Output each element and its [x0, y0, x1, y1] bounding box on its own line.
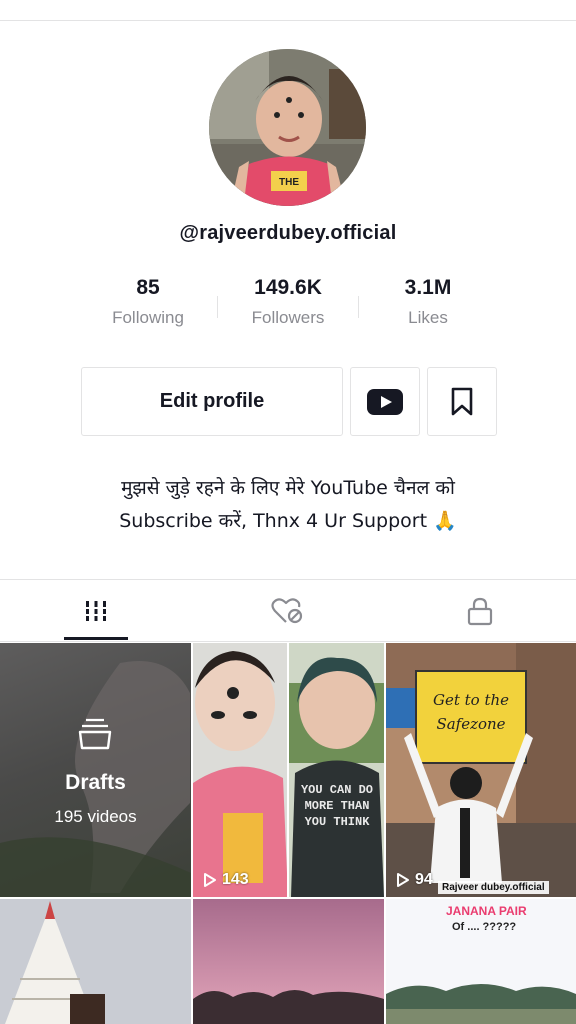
avatar-photo: THE [209, 49, 366, 206]
sign-text-line-2: Safezone [436, 715, 505, 733]
stat-followers[interactable]: 149.6K Followers [218, 276, 358, 328]
play-icon [204, 873, 216, 887]
likes-label: Likes [408, 308, 448, 327]
video-thumbnail[interactable]: YOU CAN DO MORE THAN YOU THINK 143 [193, 643, 384, 897]
drafts-tile[interactable]: Drafts 195 videos [0, 643, 191, 897]
stat-likes[interactable]: 3.1M Likes [358, 276, 498, 328]
video-thumbnail-image: JANANA PAIR [386, 899, 576, 1024]
sign-text-line-1: Get to the [433, 691, 509, 709]
bio-line-1: मुझसे जुड़े रहने के लिए मेरे YouTube चैन… [121, 477, 455, 499]
video-overlay-title: JANANA PAIR [446, 904, 527, 918]
likes-count: 3.1M [404, 276, 452, 299]
liked-heart-icon [271, 598, 303, 624]
video-thumbnail[interactable] [193, 899, 384, 1024]
view-count-text: 143 [222, 871, 249, 888]
view-count: 143 [203, 871, 249, 889]
video-thumbnail[interactable] [0, 899, 191, 1024]
video-thumbnail[interactable]: Get to the Safezone Rajveer dubey.offici… [386, 643, 576, 897]
bookmark-icon [451, 387, 473, 415]
tab-private[interactable] [384, 580, 576, 642]
shirt-text-line-2: MORE THAN [305, 799, 370, 813]
profile-avatar[interactable]: THE [209, 49, 366, 206]
video-thumbnail-image [0, 899, 191, 1024]
grid-icon [86, 601, 106, 621]
tab-videos[interactable] [0, 580, 192, 642]
stat-following[interactable]: 85 Following [78, 276, 218, 328]
youtube-button[interactable] [350, 367, 420, 436]
top-divider [0, 20, 576, 21]
view-count: 94 [396, 871, 433, 889]
video-thumbnail-image [193, 899, 384, 1024]
shirt-text-line-1: YOU CAN DO [301, 783, 373, 797]
followers-label: Followers [251, 308, 325, 327]
bookmark-button[interactable] [427, 367, 497, 436]
watermark-tag: Rajveer dubey.official [438, 881, 549, 894]
video-thumbnail-image: YOU CAN DO MORE THAN YOU THINK [193, 643, 384, 897]
lock-icon [467, 597, 493, 626]
shirt-text-line-3: YOU THINK [305, 815, 371, 829]
profile-tabs [0, 579, 576, 642]
edit-profile-button[interactable]: Edit profile [81, 367, 343, 436]
view-count-text: 94 [415, 871, 433, 888]
active-tab-indicator [64, 637, 128, 640]
video-thumbnail[interactable]: JANANA PAIR Of .... ????? [386, 899, 576, 1024]
bio-line-2: Subscribe करें, Thnx 4 Ur Support 🙏 [119, 510, 457, 532]
tab-liked[interactable] [192, 580, 384, 642]
video-overlay-text: Of .... ????? [452, 921, 517, 933]
following-label: Following [112, 308, 184, 327]
drafts-count: 195 videos [54, 807, 137, 826]
drafts-background [0, 661, 191, 897]
following-count: 85 [136, 276, 160, 299]
drafts-title: Drafts [65, 771, 126, 794]
followers-count: 149.6K [254, 276, 322, 299]
video-thumbnail-image: Get to the Safezone [386, 643, 576, 897]
profile-bio: मुझसे जुड़े रहने के लिए मेरे YouTube चैन… [0, 472, 576, 538]
drafts-tray-icon [78, 718, 112, 750]
avatar-shirt-text: THE [279, 177, 299, 188]
play-icon [397, 873, 409, 887]
youtube-icon [367, 388, 403, 415]
username: @rajveerdubey.official [179, 222, 397, 244]
